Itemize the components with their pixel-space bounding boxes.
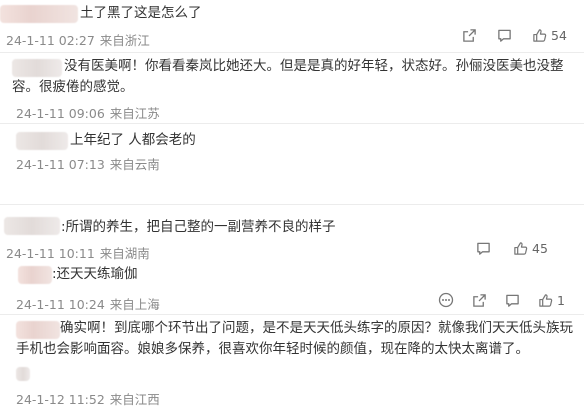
comment-meta: 24-1-11 02:27 来自浙江 — [6, 30, 150, 49]
thumbs-up-icon — [539, 293, 553, 307]
comment-location: 来自云南 — [109, 157, 160, 172]
share-icon — [463, 29, 476, 42]
comment-actions: 45 — [476, 241, 548, 256]
share-button[interactable] — [462, 28, 477, 43]
username-blurred[interactable] — [0, 5, 78, 23]
comment-text: :还天天练瑜伽 — [52, 266, 138, 282]
comment-date: 24-1-11 10:24 — [16, 297, 105, 312]
comment-meta: 24-1-11 10:24 来自上海 — [16, 294, 160, 313]
comment-text: 确实啊！到底哪个环节出了问题，是不是天天低头练字的原因？就像我们天天低头族玩手机… — [16, 320, 573, 357]
like-button[interactable]: 54 — [532, 28, 567, 43]
comment-location: 来自江西 — [109, 392, 160, 407]
comment-meta: 24-1-12 11:52 来自江西 — [16, 389, 160, 408]
comment-item: :还天天练瑜伽 24-1-11 10:24 来自上海 1 — [0, 262, 584, 314]
comment-location: 来自上海 — [109, 297, 160, 312]
like-count: 54 — [551, 28, 567, 43]
comment-location: 来自江苏 — [109, 106, 160, 121]
comment-location: 来自湖南 — [99, 246, 150, 261]
username-blurred[interactable] — [16, 132, 68, 150]
comment-date: 24-1-11 02:27 — [6, 33, 95, 48]
comment-icon — [498, 29, 511, 42]
like-button[interactable]: 45 — [513, 241, 548, 256]
username-blurred[interactable] — [18, 266, 52, 284]
more-button[interactable] — [438, 292, 454, 308]
more-icon — [438, 292, 454, 308]
comment-text: 土了黑了这是怎么了 — [80, 5, 202, 21]
username-blurred[interactable] — [4, 217, 60, 235]
comment-icon — [477, 242, 490, 255]
comment-item: 确实啊！到底哪个环节出了问题，是不是天天低头练字的原因？就像我们天天低头族玩手机… — [0, 315, 584, 416]
comment-actions: 54 — [462, 28, 567, 43]
comment-location: 来自浙江 — [99, 33, 150, 48]
comment-item: 土了黑了这是怎么了 24-1-11 02:27 来自浙江 54 — [0, 0, 584, 50]
reply-button[interactable] — [497, 28, 512, 43]
reply-button[interactable] — [505, 293, 520, 308]
comment-actions: 1 — [438, 292, 565, 308]
comment-item: 没有医美啊！你看看秦岚比她还大。但是是真的好年轻，状态好。孙俪没医美也没整容。很… — [0, 53, 584, 123]
comment-text: :所谓的养生，把自己整的一副营养不良的样子 — [61, 219, 336, 235]
thumbs-up-icon — [533, 29, 547, 42]
share-icon — [473, 293, 486, 307]
comment-date: 24-1-11 07:13 — [16, 157, 105, 172]
comment-icon — [506, 294, 519, 307]
comment-item: :所谓的养生，把自己整的一副营养不良的样子 24-1-11 10:11 来自湖南 … — [0, 205, 584, 261]
username-blurred — [16, 367, 30, 381]
comment-date: 24-1-11 09:06 — [16, 106, 105, 121]
comment-meta: 24-1-11 09:06 来自江苏 — [16, 103, 160, 122]
like-count: 45 — [532, 241, 548, 256]
comment-text: 上年纪了 人都会老的 — [70, 132, 196, 148]
comment-item: 上年纪了 人都会老的 24-1-11 07:13 来自云南 — [0, 124, 584, 204]
share-button[interactable] — [472, 293, 487, 308]
like-count: 1 — [557, 292, 565, 308]
like-button[interactable]: 1 — [538, 293, 565, 308]
thumbs-up-icon — [514, 242, 528, 255]
comment-text: 没有医美啊！你看看秦岚比她还大。但是是真的好年轻，状态好。孙俪没医美也没整容。很… — [12, 58, 564, 95]
comment-meta: 24-1-11 10:11 来自湖南 — [6, 243, 150, 262]
comment-meta: 24-1-11 07:13 来自云南 — [16, 154, 160, 173]
reply-button[interactable] — [476, 241, 491, 256]
comment-date: 24-1-11 10:11 — [6, 246, 95, 261]
comment-date: 24-1-12 11:52 — [16, 392, 105, 407]
